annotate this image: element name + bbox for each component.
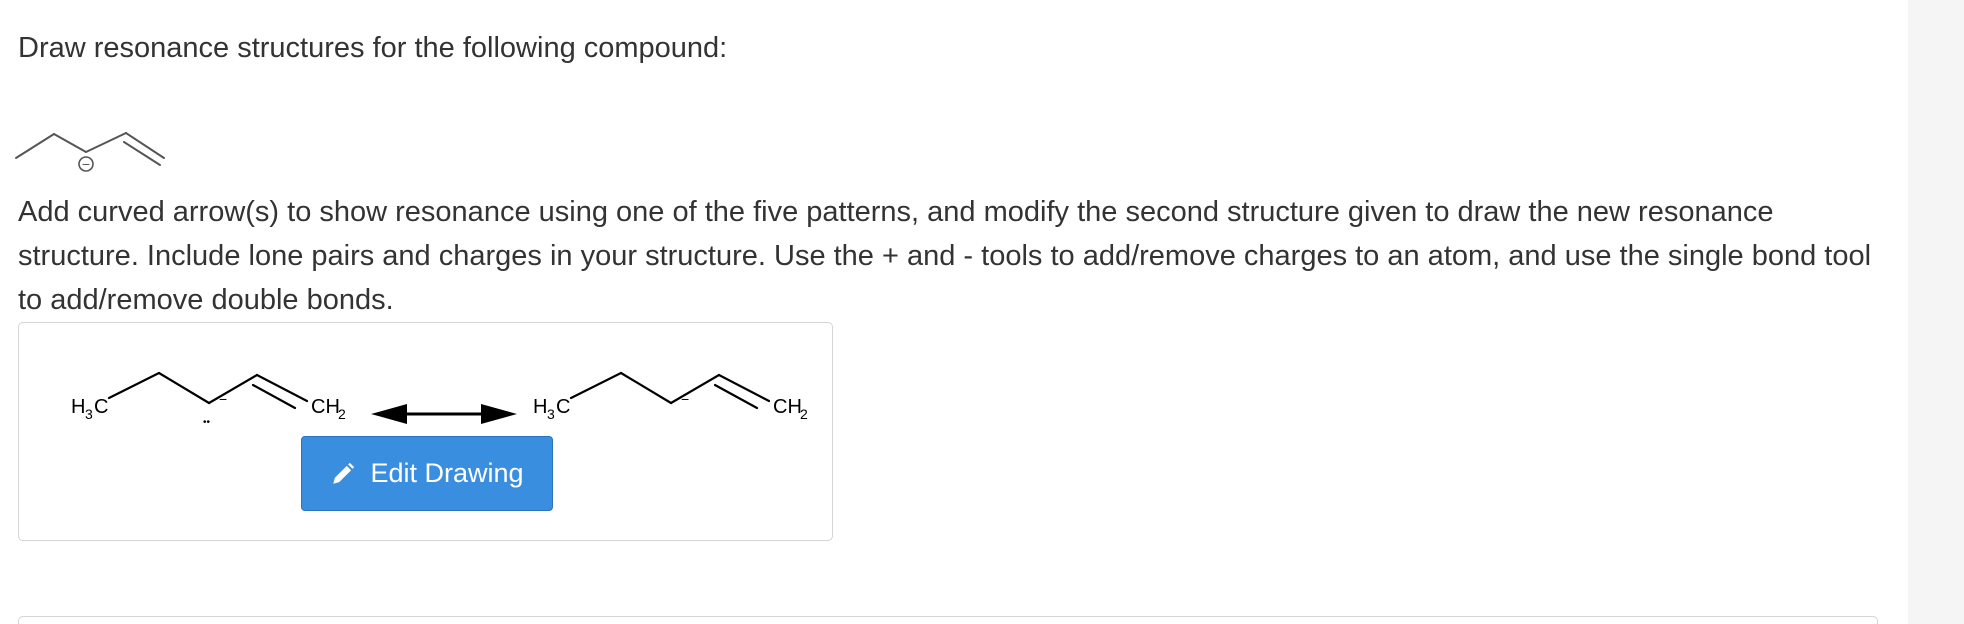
- resonance-drawing: H 3 C − •• CH 2 H 3 C − CH 2: [71, 371, 808, 428]
- right-bond-5: [713, 383, 759, 410]
- left-bond-2: [157, 371, 211, 405]
- right-rail: [1908, 0, 1964, 624]
- right-start-sub: 3: [547, 406, 555, 422]
- right-bond-1: [569, 371, 623, 400]
- right-start-h: H: [533, 396, 547, 418]
- question-prompt: Draw resonance structures for the follow…: [18, 32, 728, 64]
- edit-drawing-button[interactable]: Edit Drawing: [301, 436, 553, 511]
- left-structure: H 3 C − •• CH 2: [71, 371, 346, 428]
- left-bond-3: [207, 373, 259, 405]
- compound-bond-5: [123, 141, 161, 166]
- right-structure: H 3 C − CH 2: [533, 371, 808, 422]
- left-start-sub: 3: [85, 406, 93, 422]
- right-bond-3: [669, 373, 721, 405]
- left-lone-pair: ••: [203, 417, 211, 428]
- left-bond-5: [251, 383, 297, 410]
- compound-bond-1: [15, 133, 55, 159]
- right-end-ch: CH: [773, 396, 802, 418]
- left-bond-1: [107, 371, 161, 400]
- compound-structure-image: −: [15, 132, 165, 172]
- edit-drawing-label: Edit Drawing: [370, 458, 524, 488]
- left-end-ch: CH: [311, 396, 340, 418]
- left-start-h: H: [71, 396, 85, 418]
- right-bond-4: [717, 373, 771, 403]
- right-start-c: C: [556, 396, 570, 418]
- next-panel: [18, 616, 1878, 624]
- drawing-panel: H 3 C − •• CH 2 H 3 C − CH 2 Edit Drawin…: [18, 322, 833, 541]
- compound-charge: −: [82, 156, 90, 172]
- question-instructions: Add curved arrow(s) to show resonance us…: [18, 196, 1872, 316]
- right-bond-2: [619, 371, 673, 405]
- compound-bond-3: [85, 132, 127, 153]
- compound-bond-2: [53, 133, 87, 153]
- left-start-c: C: [94, 396, 108, 418]
- resonance-arrow: [371, 404, 517, 424]
- left-charge: −: [219, 391, 227, 407]
- right-end-sub: 2: [800, 406, 808, 422]
- left-end-sub: 2: [338, 406, 346, 422]
- left-bond-4: [255, 373, 309, 403]
- pencil-icon: [330, 461, 356, 487]
- right-charge: −: [681, 391, 689, 407]
- page: Draw resonance structures for the follow…: [0, 0, 1964, 624]
